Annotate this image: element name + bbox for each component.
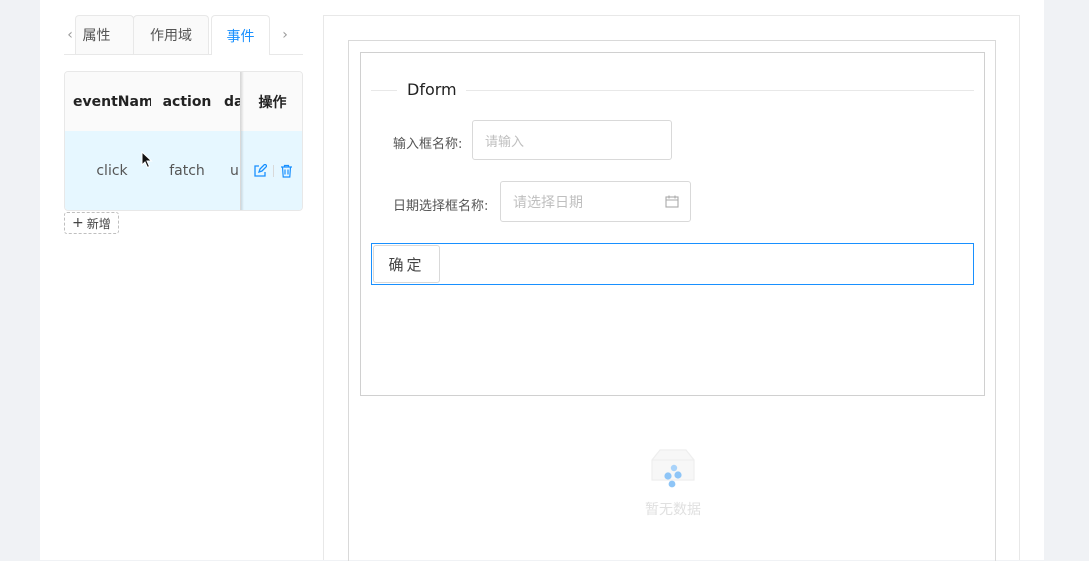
row-actions <box>243 131 302 210</box>
date-picker-input[interactable]: 请选择日期 <box>500 181 691 222</box>
event-table: eventName action data 操作 click fatch url <box>64 71 303 211</box>
tab-properties[interactable]: 属性 <box>75 15 134 54</box>
column-header: action <box>162 93 212 110</box>
add-event-button[interactable]: + 新增 <box>64 212 119 234</box>
canvas-inner: Dform 输入框名称: 请输入 日期选择框名称: 请选择日期 确定 暂无数据 <box>348 40 996 561</box>
button-row-selected[interactable]: 确定 <box>371 243 974 285</box>
action-divider <box>272 164 274 177</box>
legend-line <box>466 90 974 91</box>
preview-canvas: Dform 输入框名称: 请输入 日期选择框名称: 请选择日期 确定 暂无数据 <box>323 15 1020 561</box>
text-input[interactable]: 请输入 <box>472 120 672 160</box>
date-input-placeholder: 请选择日期 <box>513 194 583 211</box>
delete-icon[interactable] <box>280 164 293 178</box>
cell-action: fatch <box>169 162 205 179</box>
cell-event-name: click <box>96 162 128 179</box>
empty-text: 暂无数据 <box>645 502 701 518</box>
edit-icon[interactable] <box>253 163 267 178</box>
submit-label: 确定 <box>388 255 425 274</box>
date-field-label: 日期选择框名称: <box>393 199 489 214</box>
empty-box-icon <box>651 449 695 488</box>
legend-line <box>371 90 397 91</box>
page: ‹ 属性 作用域 事件 › eventName action data 操作 c… <box>40 0 1044 561</box>
column-header: data <box>224 93 241 110</box>
tab-label: 属性 <box>82 28 111 44</box>
text-input-placeholder: 请输入 <box>485 134 525 150</box>
tab-label: 作用域 <box>150 28 192 44</box>
calendar-icon <box>665 195 679 212</box>
property-tabs: ‹ 属性 作用域 事件 › <box>64 15 303 55</box>
add-button-label: 新增 <box>86 216 111 231</box>
table-row[interactable]: click fatch url <box>65 131 302 210</box>
tab-scope[interactable]: 作用域 <box>133 15 209 54</box>
chevron-right-icon[interactable]: › <box>273 15 297 54</box>
submit-button[interactable]: 确定 <box>373 245 440 283</box>
mouse-cursor-icon <box>141 151 153 169</box>
column-header: eventName <box>73 93 151 110</box>
column-header: 操作 <box>258 94 287 111</box>
form-title: Dform <box>407 80 457 99</box>
plus-icon: + <box>72 215 84 231</box>
empty-state: 暂无数据 <box>623 446 723 526</box>
tab-label: 事件 <box>226 28 255 45</box>
dform-container[interactable]: Dform 输入框名称: 请输入 日期选择框名称: 请选择日期 确定 <box>360 52 985 396</box>
table-header: eventName action data 操作 <box>65 72 302 132</box>
text-field-label: 输入框名称: <box>393 137 463 152</box>
fixed-column-shadow <box>240 72 244 210</box>
tab-events[interactable]: 事件 <box>211 15 270 55</box>
